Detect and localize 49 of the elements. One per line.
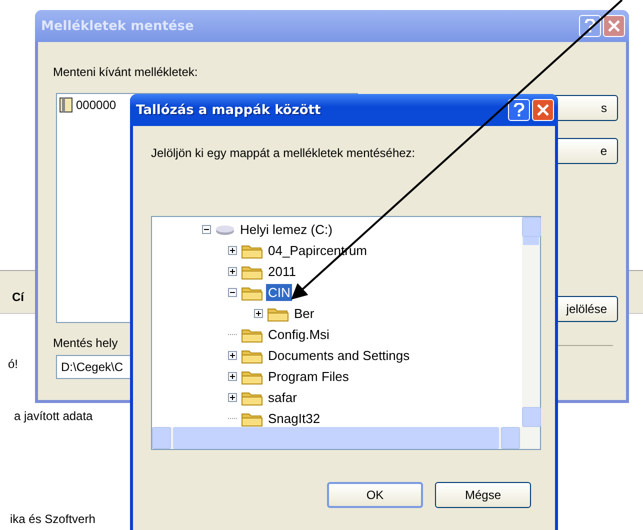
vertical-scrollbar[interactable] bbox=[522, 217, 540, 427]
folder-icon bbox=[241, 326, 263, 342]
expand-icon[interactable] bbox=[228, 372, 236, 381]
folder-icon bbox=[241, 264, 263, 280]
body-text: a javított adata bbox=[14, 409, 93, 423]
column-header: Cí bbox=[12, 290, 24, 304]
tree-item[interactable]: Ber bbox=[292, 305, 316, 322]
tree-item[interactable]: Program Files bbox=[266, 368, 351, 385]
question-icon bbox=[584, 19, 596, 33]
question-icon bbox=[513, 103, 525, 117]
folder-icon bbox=[241, 368, 263, 384]
scroll-thumb[interactable] bbox=[173, 427, 499, 449]
dialog-button[interactable]: OK bbox=[327, 482, 423, 508]
folder-icon bbox=[241, 284, 263, 300]
folder-icon bbox=[241, 410, 263, 426]
tree-item[interactable]: 2011 bbox=[266, 263, 298, 280]
tree-item[interactable]: Documents and Settings bbox=[266, 347, 412, 364]
close-button[interactable] bbox=[532, 99, 554, 121]
zip-file-icon bbox=[59, 97, 73, 113]
expand-icon[interactable] bbox=[254, 309, 262, 318]
collapse-icon[interactable] bbox=[202, 225, 210, 234]
tree-item[interactable]: safar bbox=[266, 389, 299, 406]
window-title: Tallózás a mappák között bbox=[136, 102, 321, 118]
horizontal-scrollbar[interactable] bbox=[152, 427, 540, 449]
field-label: Mentés hely bbox=[53, 336, 118, 350]
folder-icon bbox=[267, 306, 289, 322]
close-icon bbox=[608, 20, 620, 32]
tree-item[interactable]: Config.Msi bbox=[266, 326, 332, 343]
expand-icon[interactable] bbox=[228, 393, 236, 402]
body-text: ika és Szoftverh bbox=[10, 512, 96, 526]
collapse-icon[interactable] bbox=[228, 288, 236, 297]
help-button[interactable] bbox=[508, 99, 530, 121]
expand-icon[interactable] bbox=[228, 246, 236, 255]
tree-item[interactable]: Helyi lemez (C:) bbox=[238, 221, 334, 238]
dialog-button[interactable]: Mégse bbox=[435, 482, 531, 508]
field-label: Menteni kívánt mellékletek: bbox=[53, 65, 198, 79]
folder-icon bbox=[241, 348, 263, 364]
drive-icon bbox=[215, 222, 235, 236]
scroll-thumb[interactable] bbox=[523, 237, 539, 245]
tree-item[interactable]: CIN bbox=[266, 284, 292, 301]
tree-item[interactable]: SnagIt32 bbox=[266, 410, 322, 427]
close-icon bbox=[537, 104, 549, 116]
folder-icon bbox=[241, 390, 263, 406]
body-text: ó! bbox=[8, 357, 18, 371]
window-title: Mellékletek mentése bbox=[41, 18, 194, 34]
expand-icon[interactable] bbox=[228, 267, 236, 276]
folder-icon bbox=[241, 242, 263, 258]
expand-icon[interactable] bbox=[228, 351, 236, 360]
prompt-text: Jelöljön ki egy mappát a mellékletek mentéséhez: bbox=[151, 146, 416, 160]
